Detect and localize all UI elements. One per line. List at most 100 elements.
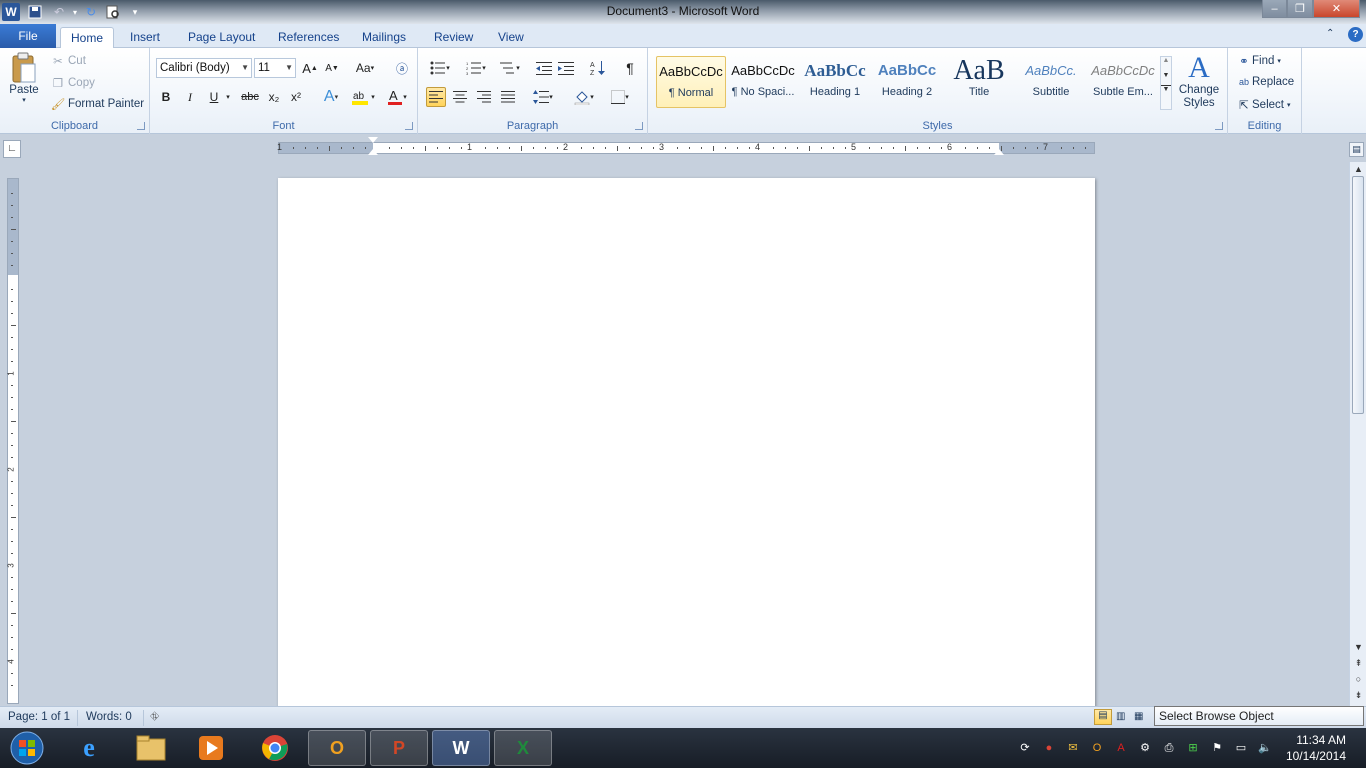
tab-selector-icon[interactable]: ∟ <box>3 140 21 158</box>
scroll-down-icon[interactable]: ▼ <box>1352 640 1365 654</box>
word-count[interactable]: Words: 0 <box>86 711 132 723</box>
first-line-indent-icon[interactable] <box>368 137 378 143</box>
tab-mailings[interactable]: Mailings <box>352 27 416 48</box>
horizontal-ruler[interactable]: 1 1 2 3 4 5 6 7 <box>277 137 1095 155</box>
replace-button[interactable]: ab Replace <box>1236 76 1294 88</box>
page-count[interactable]: Page: 1 of 1 <box>8 711 70 723</box>
system-clock[interactable]: 11:34 AM 10/14/2014 <box>1286 732 1346 764</box>
outlook-tray-icon[interactable]: O <box>1090 741 1104 755</box>
volume-icon[interactable]: 🔈 <box>1258 741 1272 755</box>
printer-icon[interactable]: ⎙ <box>1162 741 1176 755</box>
proofing-icon[interactable]: ⛗ <box>150 711 159 724</box>
next-page-icon[interactable]: ⇟ <box>1352 688 1365 702</box>
align-right-icon[interactable] <box>474 87 494 107</box>
strikethrough-button[interactable]: abc <box>238 87 262 107</box>
find-button[interactable]: ⚭ Find ▾ <box>1236 54 1281 68</box>
tab-home[interactable]: Home <box>60 27 115 48</box>
bold-button[interactable]: B <box>156 87 176 107</box>
chrome-tray-icon[interactable]: ● <box>1042 741 1056 755</box>
tab-view[interactable]: View <box>488 27 534 48</box>
subscript-button[interactable]: x₂ <box>264 87 284 107</box>
start-button[interactable] <box>0 730 54 766</box>
network-icon[interactable]: ▭ <box>1234 741 1248 755</box>
shading-icon[interactable]: ▾ <box>570 87 598 107</box>
font-size-combo[interactable]: 11 ▼ <box>254 58 296 78</box>
style-heading-2[interactable]: AaBbCc Heading 2 <box>872 56 942 108</box>
select-button[interactable]: ⇱ Select ▾ <box>1236 98 1290 112</box>
font-launcher-icon[interactable] <box>405 122 413 130</box>
scroll-down-icon[interactable]: ▼ <box>1161 72 1171 79</box>
more-styles-icon[interactable]: ▼ <box>1161 85 1171 93</box>
show-formatting-marks-button[interactable]: ¶ <box>620 58 640 78</box>
format-painter-button[interactable]: 🖌 Format Painter <box>50 97 144 111</box>
network-drive-icon[interactable]: ⚙ <box>1138 741 1152 755</box>
style-subtle-emphasis[interactable]: AaBbCcDc Subtle Em... <box>1088 56 1158 108</box>
hanging-indent-icon[interactable] <box>368 149 378 155</box>
style-no-spacing[interactable]: AaBbCcDc ¶ No Spaci... <box>728 56 798 108</box>
scroll-up-icon[interactable]: ▲ <box>1352 162 1365 176</box>
align-left-icon[interactable] <box>426 87 446 107</box>
clear-formatting-icon[interactable]: ⓐ <box>392 58 412 78</box>
text-effects-icon[interactable]: A ▾ <box>318 87 344 107</box>
paragraph-launcher-icon[interactable] <box>635 122 643 130</box>
style-title[interactable]: AaB Title <box>944 56 1014 108</box>
font-family-combo[interactable]: Calibri (Body) ▼ <box>156 58 252 78</box>
view-ruler-icon[interactable]: ▤ <box>1349 142 1364 157</box>
chrome-icon[interactable] <box>246 730 304 766</box>
underline-button[interactable]: U <box>204 87 224 107</box>
media-player-icon[interactable] <box>182 730 240 766</box>
file-explorer-icon[interactable] <box>122 730 180 766</box>
style-heading-1[interactable]: AaBbCc Heading 1 <box>800 56 870 108</box>
underline-dropdown-icon[interactable]: ▾ <box>222 87 234 107</box>
internet-explorer-icon[interactable]: e <box>60 730 118 766</box>
change-styles-button[interactable]: A Change Styles <box>1176 52 1222 110</box>
full-screen-reading-icon[interactable]: ▥ <box>1116 711 1125 722</box>
bullets-icon[interactable]: ▾ <box>426 58 454 78</box>
acrobat-icon[interactable]: A <box>1114 741 1128 755</box>
sort-icon[interactable]: AZ <box>588 58 608 78</box>
powerpoint-icon[interactable]: P <box>370 730 428 766</box>
word-taskbar-icon[interactable]: W <box>432 730 490 766</box>
paste-button[interactable]: Paste ▾ <box>6 52 42 104</box>
style-normal[interactable]: AaBbCcDc ¶ Normal <box>656 56 726 108</box>
scrollbar-thumb[interactable] <box>1352 176 1364 414</box>
clipboard-launcher-icon[interactable] <box>137 122 145 130</box>
help-icon[interactable]: ? <box>1348 27 1363 42</box>
borders-icon[interactable]: ▾ <box>606 87 634 107</box>
numbering-icon[interactable]: 1 2 3 ▾ <box>462 58 490 78</box>
highlight-color-icon[interactable]: ab ▾ <box>348 87 378 107</box>
add-icon[interactable]: ⊞ <box>1186 741 1200 755</box>
styles-gallery-scroll[interactable]: ▲ ▼ ▼ <box>1160 56 1172 110</box>
tab-page-layout[interactable]: Page Layout <box>178 27 265 48</box>
action-center-flag-icon[interactable]: ⚑ <box>1210 741 1224 755</box>
copy-button[interactable]: ❐ Copy <box>50 76 95 90</box>
tab-references[interactable]: References <box>268 27 349 48</box>
tab-file[interactable]: File <box>0 24 56 48</box>
italic-button[interactable]: I <box>180 87 200 107</box>
paste-dropdown-icon[interactable]: ▾ <box>22 96 26 104</box>
maximize-button[interactable]: ❐ <box>1287 0 1313 18</box>
scroll-up-icon[interactable]: ▲ <box>1161 57 1171 64</box>
style-subtitle[interactable]: AaBbCc. Subtitle <box>1016 56 1086 108</box>
close-button[interactable]: ✕ <box>1313 0 1360 18</box>
font-color-icon[interactable]: A ▾ <box>382 87 412 107</box>
shrink-font-button[interactable]: A ▼ <box>322 58 342 78</box>
web-layout-icon[interactable]: ▦ <box>1134 711 1143 722</box>
tab-review[interactable]: Review <box>424 27 483 48</box>
previous-page-icon[interactable]: ⇞ <box>1352 656 1365 670</box>
change-case-button[interactable]: Aa ▾ <box>352 58 378 78</box>
tab-insert[interactable]: Insert <box>120 27 170 48</box>
select-browse-object-icon[interactable]: ○ <box>1352 672 1365 686</box>
outlook-icon[interactable]: O <box>308 730 366 766</box>
right-indent-icon[interactable] <box>994 149 1004 155</box>
vertical-ruler[interactable]: 1 2 3 4 <box>7 178 19 704</box>
grow-font-button[interactable]: A ▲ <box>300 58 320 78</box>
print-layout-view-icon[interactable]: ▤ <box>1094 709 1112 725</box>
superscript-button[interactable]: x² <box>286 87 306 107</box>
line-spacing-icon[interactable]: ▾ <box>530 87 556 107</box>
minimize-button[interactable]: – <box>1262 0 1287 18</box>
increase-indent-icon[interactable] <box>556 58 576 78</box>
justify-icon[interactable] <box>498 87 518 107</box>
excel-icon[interactable]: X <box>494 730 552 766</box>
document-page[interactable] <box>278 178 1095 708</box>
